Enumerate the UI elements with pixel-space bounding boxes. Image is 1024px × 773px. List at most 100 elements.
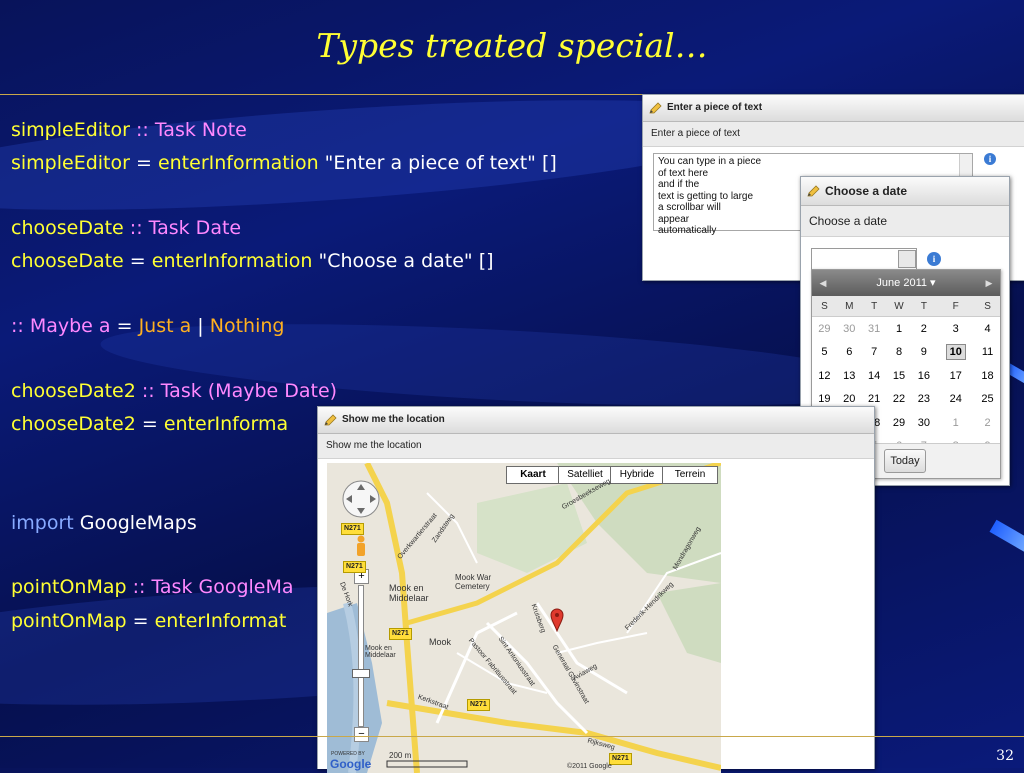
calendar-day[interactable]: 15 (887, 364, 912, 388)
calendar-day-label: 12 (818, 369, 831, 382)
pan-control-icon[interactable] (341, 479, 381, 519)
previous-month-button[interactable]: ◀ (814, 270, 832, 296)
map-type-kaart[interactable]: Kaart (506, 466, 560, 484)
window-title: Show me the location (342, 414, 445, 425)
pencil-icon (807, 185, 820, 197)
calendar-day[interactable]: 24 (936, 388, 975, 412)
code-token: Nothing (209, 315, 285, 337)
calendar-day[interactable]: 1 (887, 317, 912, 341)
calendar-day-label: 29 (892, 416, 906, 429)
zoom-slider[interactable] (358, 585, 364, 727)
pencil-icon (649, 102, 662, 114)
calendar-day[interactable]: 30 (911, 411, 936, 435)
location-marker-icon[interactable] (550, 608, 564, 632)
calendar-day[interactable]: 31 (862, 317, 887, 341)
calendar-day[interactable]: 12 (812, 364, 837, 388)
calendar-day[interactable]: 9 (911, 341, 936, 365)
today-button[interactable]: Today (884, 449, 926, 473)
code-token: :: (129, 119, 155, 141)
calendar-week-row: 12 13 14 15 16 17 18 (812, 364, 1000, 388)
calendar-day[interactable]: 30 (837, 317, 862, 341)
calendar-day-label: 3 (952, 322, 959, 335)
pegman-icon[interactable] (354, 535, 368, 557)
calendar-day[interactable]: 17 (936, 364, 975, 388)
calendar-day[interactable]: 16 (911, 364, 936, 388)
place-label: Mook (429, 637, 452, 647)
map-type-terrein[interactable]: Terrein (662, 466, 718, 484)
zoom-out-button[interactable]: − (354, 727, 369, 742)
calendar-day[interactable]: 1 (936, 411, 975, 435)
calendar-day-label: 13 (843, 369, 856, 382)
calendar-week-row: 5 6 7 8 9 10 11 (812, 341, 1000, 365)
calendar-day[interactable]: 2 (911, 317, 936, 341)
code-token: Just a (138, 315, 192, 337)
code-token: enterInformation (157, 152, 319, 174)
map-type-hybride[interactable]: Hybride (610, 466, 664, 484)
calendar-day-label: 2 (920, 322, 927, 335)
zoom-slider-handle[interactable] (352, 669, 370, 678)
window-header: Show me the location (318, 407, 874, 434)
calendar-day[interactable]: 3 (936, 317, 975, 341)
calendar-day[interactable]: 22 (887, 388, 912, 412)
code-token: Task (Maybe Date) (160, 380, 338, 402)
calendar-day-label: 2 (984, 416, 991, 429)
calendar-day-label: 14 (868, 369, 881, 382)
map-copyright: ©2011 Google (567, 763, 612, 770)
calendar-trigger-button[interactable] (898, 250, 916, 268)
calendar-day-label: 1 (952, 416, 959, 429)
window-header: Choose a date (801, 177, 1009, 206)
calendar-day[interactable]: 29 (812, 317, 837, 341)
weekday-label: W (886, 296, 912, 317)
calendar-week-row: 29 30 31 1 2 3 4 (812, 317, 1000, 341)
calendar-day[interactable]: 7 (862, 341, 887, 365)
weekday-label: M (836, 296, 862, 317)
code-token: | (191, 315, 210, 337)
calendar-day[interactable]: 11 (975, 341, 1000, 365)
code-token: chooseDate2 (11, 413, 136, 435)
info-icon[interactable]: i (984, 153, 996, 165)
place-label: Mook en Middelaar (365, 645, 396, 659)
month-selector[interactable]: June 2011 ▾ (876, 277, 935, 289)
code-token: :: (126, 576, 152, 598)
calendar-day-label: 16 (917, 369, 930, 382)
code-line: chooseDate = enterInformation "Choose a … (11, 250, 494, 272)
calendar-day[interactable]: 5 (812, 341, 837, 365)
road-badge: N271 (467, 699, 490, 711)
code-token: = (123, 250, 152, 272)
calendar-header: ◀ June 2011 ▾ ▶ (812, 270, 1000, 296)
calendar-day[interactable]: 18 (975, 364, 1000, 388)
next-month-button[interactable]: ▶ (980, 270, 998, 296)
calendar-day-label: 17 (949, 369, 962, 382)
window-prompt: Enter a piece of text (643, 122, 1024, 147)
map-canvas[interactable] (327, 463, 721, 773)
calendar-day[interactable]: 8 (887, 341, 912, 365)
code-token: = (126, 610, 155, 632)
road-badge: N271 (343, 561, 366, 573)
calendar-day[interactable]: 2 (975, 411, 1000, 435)
calendar-day-label: 25 (981, 393, 994, 406)
calendar-day[interactable]: 25 (975, 388, 1000, 412)
window-prompt: Choose a date (801, 206, 1009, 237)
calendar-day[interactable]: 4 (975, 317, 1000, 341)
calendar-day[interactable]: 29 (887, 411, 912, 435)
google-map[interactable]: Kaart Satelliet Hybride Terrein + − Mook… (327, 463, 721, 773)
code-token: enterInformat (154, 610, 287, 632)
code-token: :: (11, 315, 30, 337)
calendar-day-label: 31 (868, 322, 881, 335)
weekday-label: T (911, 296, 937, 317)
calendar-day-label: 10 (945, 344, 966, 361)
road-badge: N271 (341, 523, 364, 535)
window-prompt: Show me the location (318, 434, 874, 459)
calendar-day[interactable]: 6 (837, 341, 862, 365)
map-window: Show me the location Show me the locatio… (317, 406, 875, 773)
calendar-day[interactable]: 23 (911, 388, 936, 412)
date-input[interactable] (811, 248, 917, 270)
code-token: enterInformation (151, 250, 313, 272)
calendar-day[interactable]: 13 (837, 364, 862, 388)
blue-ribbon-decoration (989, 519, 1024, 555)
info-icon[interactable]: i (927, 252, 941, 266)
calendar-day[interactable]: 10 (936, 341, 975, 365)
calendar-day[interactable]: 14 (862, 364, 887, 388)
google-logo[interactable]: Google (330, 757, 371, 771)
code-token: chooseDate (11, 217, 124, 239)
